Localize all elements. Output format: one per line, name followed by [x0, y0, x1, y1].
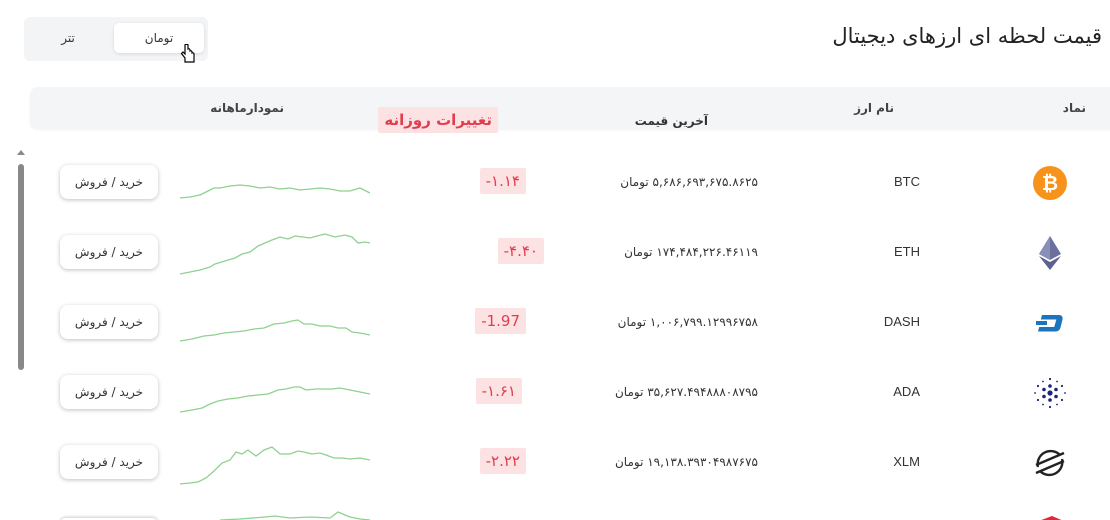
scrollbar[interactable] [16, 150, 26, 372]
ethereum-icon [1039, 236, 1061, 270]
svg-text:₿: ₿ [1042, 171, 1058, 195]
toggle-option-tether[interactable]: تتر [30, 23, 106, 53]
column-header-symbol: نماد [1062, 101, 1086, 115]
dash-icon [1036, 315, 1063, 332]
monthly-sparkline [180, 319, 370, 342]
monthly-sparkline [219, 511, 370, 520]
monthly-sparkline [180, 233, 370, 275]
table-row: ADA ۳۵,۶۲۷.۴۹۴۸۸۸۰۸۷۹۵ تومان -۱.۶۱ خرید … [30, 358, 1110, 428]
table-row: ETH ۱۷۴,۴۸۴,۲۲۶.۴۶۱۱۹ تومان -۴.۴۰ خرید /… [30, 218, 1110, 288]
coin-symbol: DASH [883, 314, 920, 329]
coin-symbol: XLM [893, 454, 920, 469]
column-header-chart: نمودارماهانه [210, 101, 284, 115]
page-title: قیمت لحظه ای ارزهای دیجیتال [832, 24, 1102, 48]
coin-symbol: BTC [894, 174, 920, 189]
scrollbar-thumb[interactable] [18, 164, 24, 370]
column-header-change: تغییرات روزانه [378, 107, 498, 133]
cardano-icon [1034, 377, 1066, 409]
coin-price: ۵,۶۸۶,۶۹۳,۶۷۵.۸۶۲۵ تومان [620, 175, 758, 189]
coin-price: ۳۵,۶۲۷.۴۹۴۸۸۸۰۸۷۹۵ تومان [614, 385, 758, 399]
bitcoin-icon: ₿ [1033, 166, 1067, 200]
stellar-icon [1035, 449, 1065, 477]
coin-price: ۱۹,۱۳۸.۳۹۳۰۴۹۸۷۶۷۵ تومان [614, 455, 758, 469]
daily-change-badge: -۱.۶۱ [475, 378, 522, 404]
scroll-up-arrow-icon[interactable] [17, 150, 25, 155]
hand-cursor-icon [180, 44, 195, 63]
daily-change-badge: -1.97 [475, 308, 526, 334]
daily-change-badge: -۴.۴۰ [497, 238, 544, 264]
table-header: نماد نام ارز آخرین قیمت تغییرات روزانه ن… [30, 87, 1110, 133]
table-row: DASH ۱,۰۰۶,۷۹۹.۱۲۹۹۶۷۵۸ تومان -1.97 خرید… [30, 288, 1110, 358]
monthly-sparkline [180, 386, 370, 413]
buy-sell-button[interactable]: خرید / فروش [60, 235, 158, 269]
coin-price: ۱,۰۰۶,۷۹۹.۱۲۹۹۶۷۵۸ تومان [617, 315, 758, 329]
table-row: XLM ۱۹,۱۳۸.۳۹۳۰۴۹۸۷۶۷۵ تومان -۲.۲۲ خرید … [30, 428, 1110, 498]
monthly-sparkline [180, 184, 370, 199]
coin-price: ۱۷۴,۴۸۴,۲۲۶.۴۶۱۱۹ تومان [624, 245, 758, 259]
daily-change-badge: -۱.۱۴ [479, 168, 526, 194]
column-header-name: نام ارز [854, 101, 894, 115]
coin-symbol: ETH [894, 244, 920, 259]
coin-symbol: ADA [893, 384, 920, 399]
table-row: ₿ BTC ۵,۶۸۶,۶۹۳,۶۷۵.۸۶۲۵ تومان -۱.۱۴ خری… [30, 148, 1110, 218]
monthly-sparkline [180, 446, 370, 485]
coin-icon-partial [1041, 516, 1062, 520]
table-row-partial [30, 498, 1110, 520]
buy-sell-button[interactable]: خرید / فروش [60, 445, 158, 479]
buy-sell-button[interactable]: خرید / فروش [60, 165, 158, 199]
buy-sell-button[interactable]: خرید / فروش [60, 305, 158, 339]
buy-sell-button[interactable]: خرید / فروش [60, 375, 158, 409]
daily-change-badge: -۲.۲۲ [479, 448, 526, 474]
column-header-price: آخرین قیمت [634, 114, 708, 128]
